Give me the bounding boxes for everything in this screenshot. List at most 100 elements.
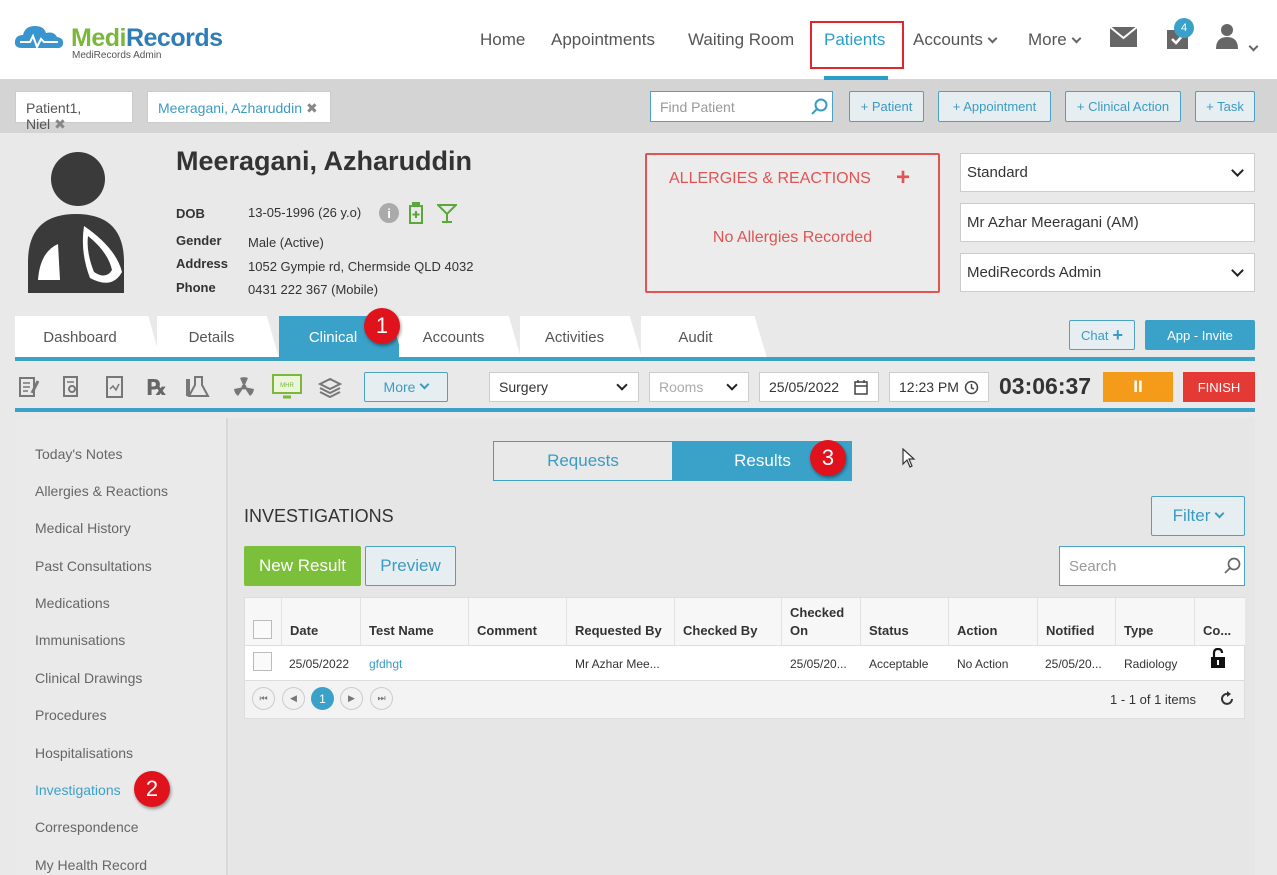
mhr-label: MHR <box>280 383 294 389</box>
time-input[interactable]: 12:23 PM <box>889 372 989 402</box>
search-placeholder: Search <box>1069 558 1117 575</box>
chevron-down-icon <box>1214 508 1225 518</box>
side-medical-history[interactable]: Medical History <box>35 520 131 536</box>
filter-button[interactable]: Filter <box>1151 496 1245 536</box>
appointment-type-value: Standard <box>967 164 1028 181</box>
grid-divider <box>245 645 1244 646</box>
lab-flask-icon[interactable] <box>186 375 212 399</box>
date-input[interactable]: 25/05/2022 <box>759 372 879 402</box>
row-checked-on: 25/05/20... <box>790 657 847 671</box>
mhr-icon[interactable]: MHR <box>272 374 302 400</box>
app-logo-text[interactable]: MediRecords <box>71 24 223 53</box>
side-correspondence[interactable]: Correspondence <box>35 819 139 835</box>
unlock-icon[interactable] <box>1210 648 1226 669</box>
practitioner-field[interactable]: Mr Azhar Meeragani (AM) <box>960 203 1255 242</box>
tab-audit[interactable]: Audit <box>641 316 767 358</box>
notes-icon[interactable] <box>18 375 40 399</box>
last-page-button[interactable]: ⏭ <box>370 687 393 710</box>
alcohol-glass-icon[interactable] <box>437 203 457 223</box>
chevron-down-icon[interactable] <box>1248 41 1259 52</box>
more-tools-button[interactable]: More <box>364 372 448 402</box>
open-patient-tab[interactable]: Patient1, Niel ✖ <box>15 91 133 132</box>
nav-appointments[interactable]: Appointments <box>551 30 655 50</box>
mail-icon[interactable] <box>1110 27 1137 47</box>
app-subtitle: MediRecords Admin <box>72 50 162 61</box>
side-immunisations[interactable]: Immunisations <box>35 632 125 648</box>
radiation-icon[interactable] <box>232 375 256 399</box>
side-medications[interactable]: Medications <box>35 595 110 611</box>
chevron-down-icon <box>1231 264 1244 277</box>
side-investigations[interactable]: Investigations <box>35 782 121 798</box>
open-patient-name: Meeragani, Azharuddin <box>158 100 302 116</box>
side-past-consultations[interactable]: Past Consultations <box>35 558 152 574</box>
grid-pager-bar <box>245 680 1244 718</box>
close-icon[interactable]: ✖ <box>306 100 318 116</box>
preview-button[interactable]: Preview <box>365 546 456 586</box>
side-clinical-drawings[interactable]: Clinical Drawings <box>35 670 142 686</box>
open-patient-tab[interactable]: Meeragani, Azharuddin ✖ <box>147 91 331 123</box>
tab-details[interactable]: Details <box>157 316 279 358</box>
add-patient-button[interactable]: + Patient <box>849 91 924 122</box>
row-status: Acceptable <box>869 657 929 671</box>
stack-layers-icon[interactable] <box>318 376 342 398</box>
side-my-health-record[interactable]: My Health Record <box>35 857 147 873</box>
col-requested-by: Requested By <box>575 623 662 638</box>
results-search-input[interactable]: Search <box>1059 546 1245 586</box>
calendar-icon[interactable] <box>854 380 868 395</box>
nav-more[interactable]: More <box>1028 30 1082 50</box>
prescription-doc-icon[interactable] <box>62 375 82 399</box>
add-task-button[interactable]: + Task <box>1195 91 1255 122</box>
nav-more-label: More <box>1028 30 1067 49</box>
location-select[interactable]: MediRecords Admin <box>960 253 1255 292</box>
col-date: Date <box>290 623 319 638</box>
appointment-type-select[interactable]: Standard <box>960 153 1255 192</box>
row-checkbox[interactable] <box>253 652 272 671</box>
rooms-select[interactable]: Rooms <box>649 372 749 402</box>
chevron-down-icon <box>987 33 998 44</box>
address-label: Address <box>176 256 229 271</box>
clock-icon[interactable] <box>964 380 979 395</box>
tab-dashboard[interactable]: Dashboard <box>15 316 160 358</box>
rx-icon[interactable]: ℞ <box>147 375 167 401</box>
medication-bottle-icon[interactable] <box>408 202 424 224</box>
search-icon[interactable] <box>1224 557 1241 574</box>
finish-button[interactable]: FINISH <box>1183 372 1255 402</box>
add-clinical-action-button[interactable]: + Clinical Action <box>1065 91 1181 122</box>
requests-toggle[interactable]: Requests <box>493 441 673 481</box>
refresh-icon[interactable] <box>1219 691 1235 707</box>
nav-accounts[interactable]: Accounts <box>913 30 998 50</box>
tab-activities[interactable]: Activities <box>520 316 642 358</box>
side-hospitalisations[interactable]: Hospitalisations <box>35 745 133 761</box>
tab-underline <box>15 357 1255 361</box>
first-page-button[interactable]: ⏮ <box>252 687 275 710</box>
step-badge-1: 1 <box>364 308 400 344</box>
close-icon[interactable]: ✖ <box>54 116 66 132</box>
nav-waiting-room[interactable]: Waiting Room <box>688 30 794 50</box>
side-todays-notes[interactable]: Today's Notes <box>35 446 123 462</box>
surgery-value: Surgery <box>499 379 549 395</box>
row-action: No Action <box>957 657 1009 671</box>
page-1-button[interactable]: 1 <box>311 687 334 710</box>
pause-button[interactable]: II <box>1103 372 1173 402</box>
chat-button[interactable]: Chat + <box>1069 320 1135 350</box>
find-patient-input[interactable]: Find Patient <box>650 91 833 122</box>
prev-page-button[interactable]: ◀ <box>282 687 305 710</box>
report-icon[interactable] <box>105 375 125 399</box>
patient-avatar-icon <box>28 152 124 293</box>
user-icon[interactable] <box>1216 23 1238 49</box>
surgery-select[interactable]: Surgery <box>489 372 639 402</box>
app-invite-button[interactable]: App - Invite <box>1145 320 1255 350</box>
nav-home[interactable]: Home <box>480 30 525 50</box>
search-icon[interactable] <box>811 98 829 116</box>
info-icon[interactable]: i <box>379 203 399 223</box>
tab-accounts[interactable]: Accounts <box>399 316 521 358</box>
side-allergies-reactions[interactable]: Allergies & Reactions <box>35 483 168 499</box>
row-test-name-link[interactable]: gfdhgt <box>369 657 402 671</box>
next-page-button[interactable]: ▶ <box>340 687 363 710</box>
patients-highlight-box <box>810 21 904 69</box>
add-appointment-button[interactable]: + Appointment <box>938 91 1051 122</box>
side-procedures[interactable]: Procedures <box>35 707 107 723</box>
new-result-button[interactable]: New Result <box>244 546 361 586</box>
add-allergy-icon[interactable]: + <box>896 164 910 192</box>
select-all-checkbox[interactable] <box>253 620 272 639</box>
